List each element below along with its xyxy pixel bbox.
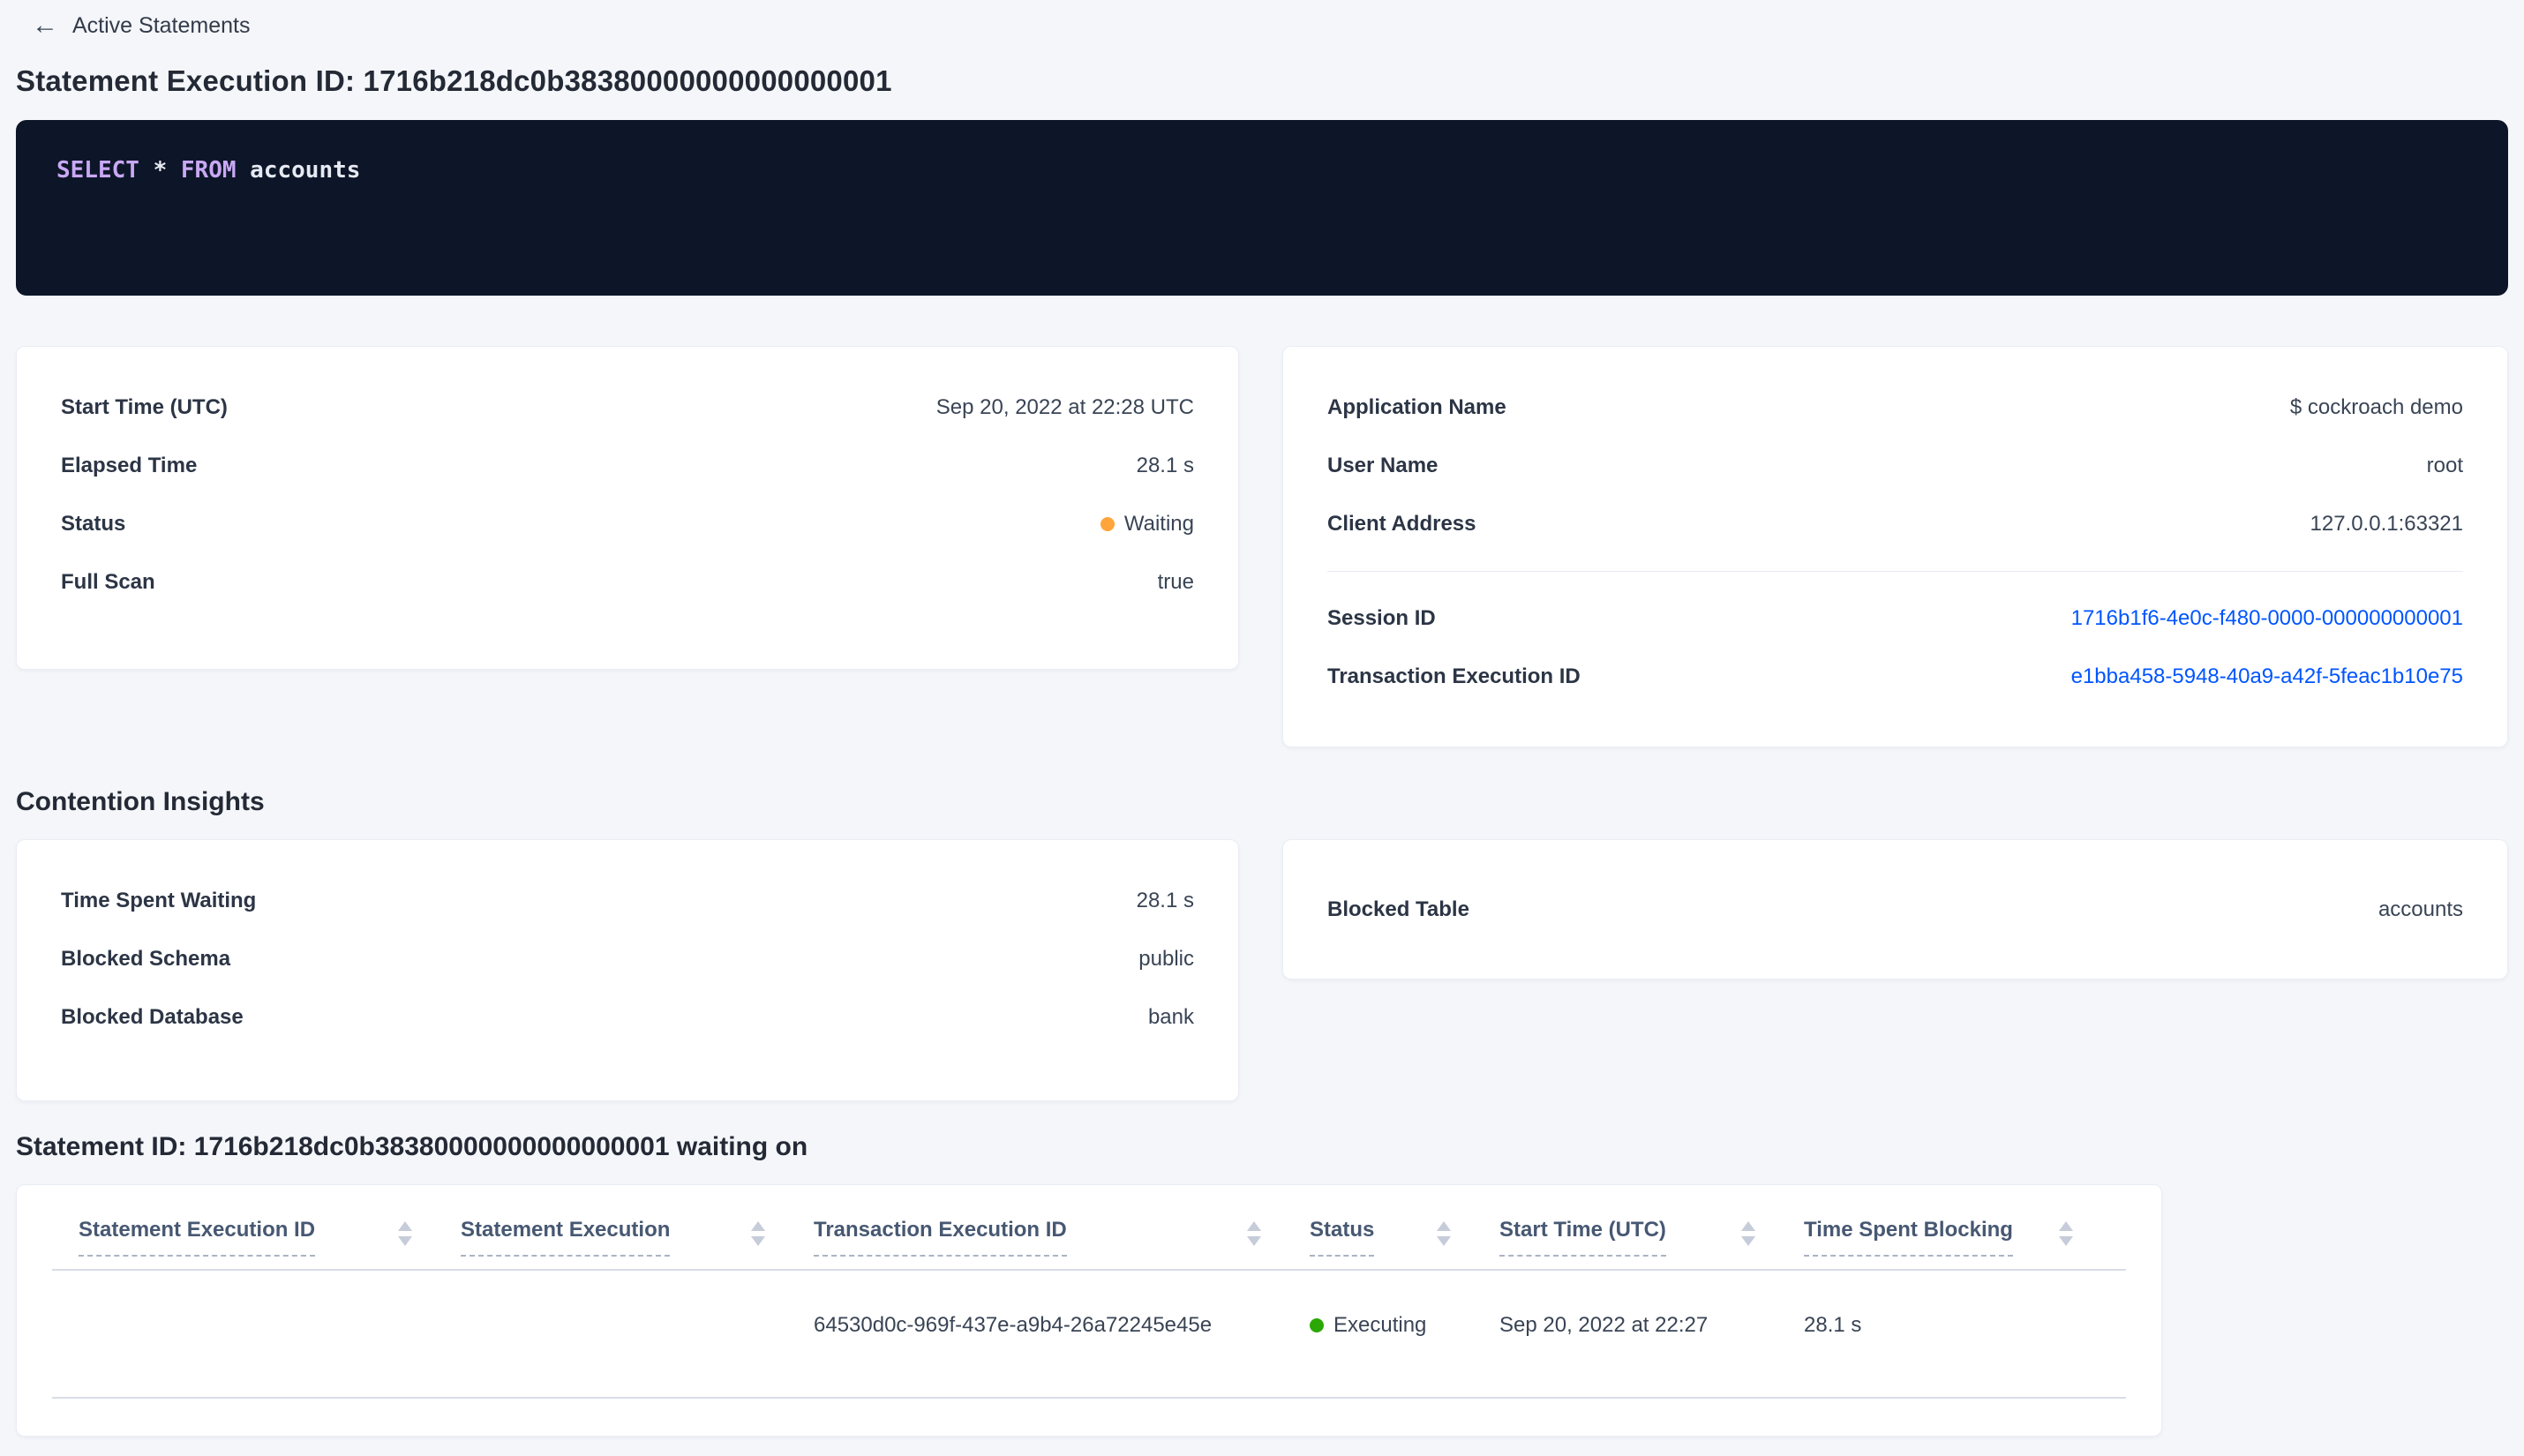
time-spent-waiting-row: Time Spent Waiting 28.1 s — [61, 872, 1194, 930]
column-header-label[interactable]: Start Time (UTC) — [1499, 1217, 1666, 1257]
blocked-table-value: accounts — [2378, 897, 2463, 921]
cell-statement-execution — [461, 1311, 814, 1385]
full-scan-row: Full Scan true — [61, 553, 1194, 612]
time-spent-waiting-value: 28.1 s — [1136, 889, 1194, 912]
elapsed-time-value: 28.1 s — [1136, 454, 1194, 477]
back-arrow-icon: ← — [32, 11, 58, 40]
full-scan-value: true — [1157, 570, 1194, 594]
start-time-row: Start Time (UTC) Sep 20, 2022 at 22:28 U… — [61, 379, 1194, 437]
blocked-table-card: Blocked Table accounts — [1282, 839, 2508, 979]
status-row: Status Waiting — [61, 495, 1194, 553]
contention-details-card: Time Spent Waiting 28.1 s Blocked Schema… — [16, 839, 1239, 1101]
time-spent-waiting-label: Time Spent Waiting — [61, 889, 257, 912]
cell-status: Executing — [1310, 1311, 1499, 1385]
transaction-execution-id-row: Transaction Execution ID e1bba458-5948-4… — [1327, 648, 2463, 706]
contention-cards-row: Time Spent Waiting 28.1 s Blocked Schema… — [16, 839, 2508, 1101]
elapsed-time-label: Elapsed Time — [61, 454, 198, 477]
cell-statement-execution-id — [79, 1311, 461, 1385]
sort-arrows-icon[interactable] — [398, 1221, 412, 1246]
sql-star: * — [153, 157, 168, 184]
status-executing-dot-icon — [1310, 1318, 1324, 1332]
back-link[interactable]: ← Active Statements — [16, 0, 2508, 39]
user-name-row: User Name root — [1327, 437, 2463, 495]
full-scan-label: Full Scan — [61, 570, 155, 594]
back-link-label: Active Statements — [72, 13, 251, 38]
user-name-value: root — [2426, 454, 2463, 477]
column-header-transaction-execution-id[interactable]: Transaction Execution ID — [814, 1217, 1310, 1257]
sort-arrows-icon[interactable] — [2059, 1221, 2073, 1246]
status-waiting-text: Waiting — [1123, 512, 1194, 536]
table-row: 64530d0c-969f-437e-a9b4-26a72245e45e Exe… — [52, 1271, 2126, 1385]
column-header-time-spent-blocking[interactable]: Time Spent Blocking — [1804, 1217, 2122, 1257]
transaction-execution-id-link[interactable]: e1bba458-5948-40a9-a42f-5feac1b10e75 — [2071, 663, 2463, 691]
blocked-schema-label: Blocked Schema — [61, 947, 231, 971]
column-header-label[interactable]: Transaction Execution ID — [814, 1217, 1067, 1257]
sort-arrows-icon[interactable] — [1247, 1221, 1261, 1246]
sort-arrows-icon[interactable] — [751, 1221, 765, 1246]
column-header-statement-execution[interactable]: Statement Execution — [461, 1217, 814, 1257]
client-address-label: Client Address — [1327, 512, 1476, 536]
column-header-start-time[interactable]: Start Time (UTC) — [1499, 1217, 1804, 1257]
application-name-row: Application Name $ cockroach demo — [1327, 379, 2463, 437]
sort-arrows-icon[interactable] — [1437, 1221, 1451, 1246]
status-executing-text: Executing — [1333, 1313, 1427, 1337]
column-header-status[interactable]: Status — [1310, 1217, 1499, 1257]
sql-table-name: accounts — [250, 157, 361, 184]
client-address-row: Client Address 127.0.0.1:63321 — [1327, 495, 2463, 553]
blocked-table-label: Blocked Table — [1327, 897, 1469, 921]
waiting-on-table: Statement Execution ID Statement Executi… — [16, 1184, 2162, 1437]
summary-cards-row: Start Time (UTC) Sep 20, 2022 at 22:28 U… — [16, 346, 2508, 747]
page-title: Statement Execution ID: 1716b218dc0b3838… — [16, 64, 892, 97]
cell-time-spent-blocking: 28.1 s — [1804, 1313, 1862, 1337]
transaction-execution-id-label: Transaction Execution ID — [1327, 664, 1581, 688]
column-header-statement-execution-id[interactable]: Statement Execution ID — [79, 1217, 461, 1257]
cell-transaction-execution-id: 64530d0c-969f-437e-a9b4-26a72245e45e — [814, 1313, 1213, 1337]
column-header-label[interactable]: Status — [1310, 1217, 1375, 1257]
user-name-label: User Name — [1327, 454, 1439, 477]
application-name-value: $ cockroach demo — [2289, 395, 2463, 419]
session-card-divider — [1327, 571, 2463, 572]
statement-execution-details-page: ← Active Statements Statement Execution … — [0, 0, 2524, 1456]
blocked-schema-row: Blocked Schema public — [61, 930, 1194, 988]
column-header-label[interactable]: Statement Execution — [461, 1217, 671, 1257]
sql-statement-box: SELECT * FROM accounts — [16, 120, 2508, 296]
cell-start-time: Sep 20, 2022 at 22:27 — [1499, 1313, 1709, 1337]
start-time-value: Sep 20, 2022 at 22:28 UTC — [935, 395, 1194, 419]
column-header-label[interactable]: Time Spent Blocking — [1804, 1217, 2013, 1257]
table-header-row: Statement Execution ID Statement Executi… — [52, 1185, 2126, 1257]
waiting-on-heading: Statement ID: 1716b218dc0b38380000000000… — [16, 1132, 808, 1161]
status-waiting-dot-icon — [1100, 517, 1115, 531]
status-label: Status — [61, 512, 126, 536]
session-id-row: Session ID 1716b1f6-4e0c-f480-0000-00000… — [1327, 589, 2463, 648]
session-id-label: Session ID — [1327, 606, 1436, 630]
client-address-value: 127.0.0.1:63321 — [2310, 512, 2464, 536]
session-id-link[interactable]: 1716b1f6-4e0c-f480-0000-000000000001 — [2071, 604, 2463, 633]
application-name-label: Application Name — [1327, 395, 1506, 419]
session-details-card: Application Name $ cockroach demo User N… — [1282, 346, 2508, 747]
sql-keyword-from: FROM — [180, 157, 237, 184]
contention-insights-heading: Contention Insights — [16, 787, 265, 816]
sql-keyword-select: SELECT — [56, 157, 139, 184]
blocked-schema-value: public — [1138, 947, 1194, 971]
elapsed-time-row: Elapsed Time 28.1 s — [61, 437, 1194, 495]
table-row-divider — [52, 1397, 2126, 1399]
status-value: Waiting — [1100, 510, 1194, 538]
blocked-database-label: Blocked Database — [61, 1005, 244, 1029]
sort-arrows-icon[interactable] — [1741, 1221, 1755, 1246]
blocked-database-value: bank — [1147, 1005, 1194, 1029]
blocked-database-row: Blocked Database bank — [61, 988, 1194, 1047]
execution-details-card: Start Time (UTC) Sep 20, 2022 at 22:28 U… — [16, 346, 1239, 670]
column-header-label[interactable]: Statement Execution ID — [79, 1217, 316, 1257]
blocked-table-row: Blocked Table accounts — [1327, 881, 2463, 939]
start-time-label: Start Time (UTC) — [61, 395, 228, 419]
